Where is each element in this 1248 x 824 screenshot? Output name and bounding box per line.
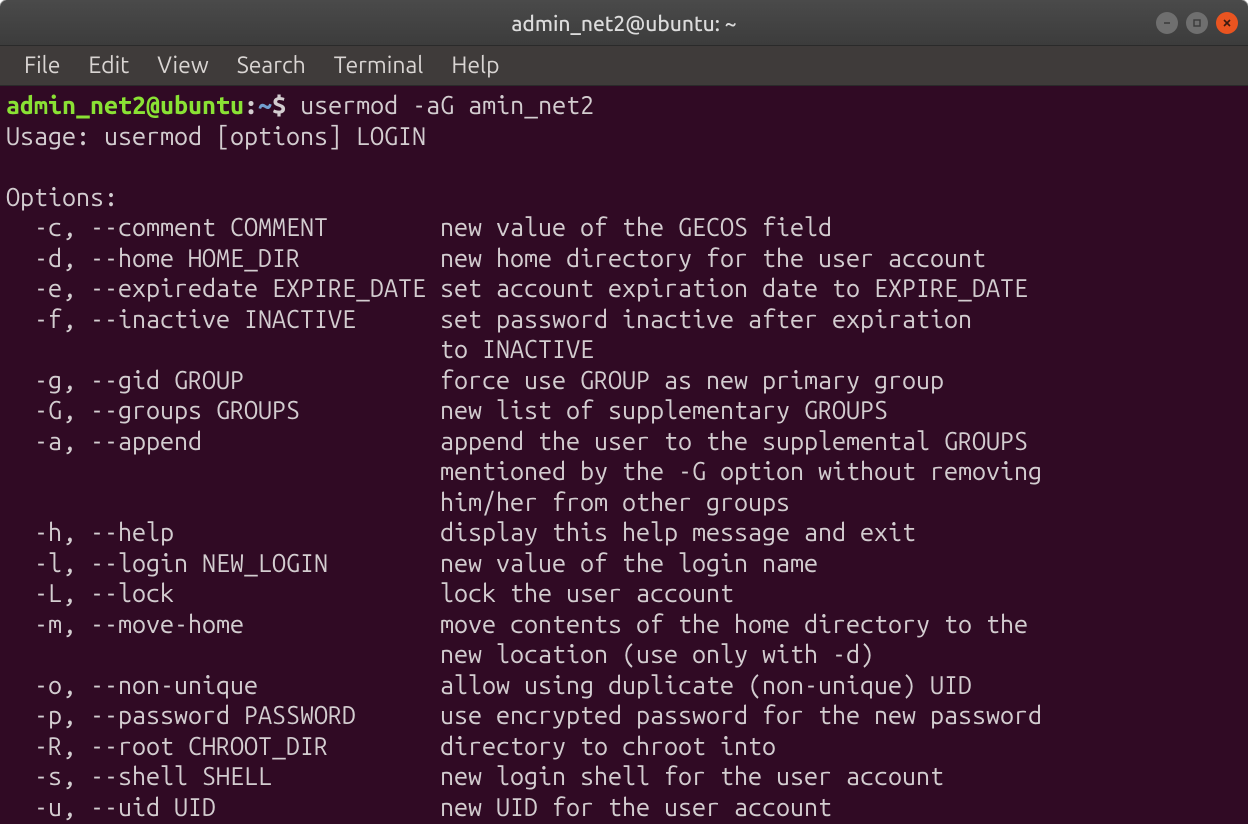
options-header: Options:	[6, 183, 118, 211]
window-controls	[1156, 0, 1238, 45]
options-list: -c, --comment COMMENT new value of the G…	[6, 212, 1242, 822]
prompt-path: ~	[258, 91, 272, 119]
titlebar[interactable]: admin_net2@ubuntu: ~	[0, 0, 1248, 46]
menubar: File Edit View Search Terminal Help	[0, 46, 1248, 86]
terminal-area[interactable]: admin_net2@ubuntu:~$ usermod -aG amin_ne…	[0, 86, 1248, 824]
window-title: admin_net2@ubuntu: ~	[511, 11, 736, 35]
menu-view[interactable]: View	[143, 49, 222, 82]
prompt-colon: :	[244, 91, 258, 119]
menu-file[interactable]: File	[10, 49, 74, 82]
usage-line: Usage: usermod [options] LOGIN	[6, 122, 426, 150]
minimize-icon	[1161, 17, 1173, 29]
close-icon	[1221, 17, 1233, 29]
menu-help[interactable]: Help	[437, 49, 513, 82]
minimize-button[interactable]	[1156, 12, 1178, 34]
maximize-button[interactable]	[1186, 12, 1208, 34]
prompt-user-host: admin_net2@ubuntu	[6, 91, 244, 119]
menu-edit[interactable]: Edit	[74, 49, 143, 82]
menu-search[interactable]: Search	[223, 49, 320, 82]
terminal-window: admin_net2@ubuntu: ~ File Edit View Sear…	[0, 0, 1248, 824]
close-button[interactable]	[1216, 12, 1238, 34]
maximize-icon	[1191, 17, 1203, 29]
prompt-dollar: $	[272, 91, 300, 119]
command-text: usermod -aG amin_net2	[300, 91, 594, 119]
menu-terminal[interactable]: Terminal	[320, 49, 438, 82]
